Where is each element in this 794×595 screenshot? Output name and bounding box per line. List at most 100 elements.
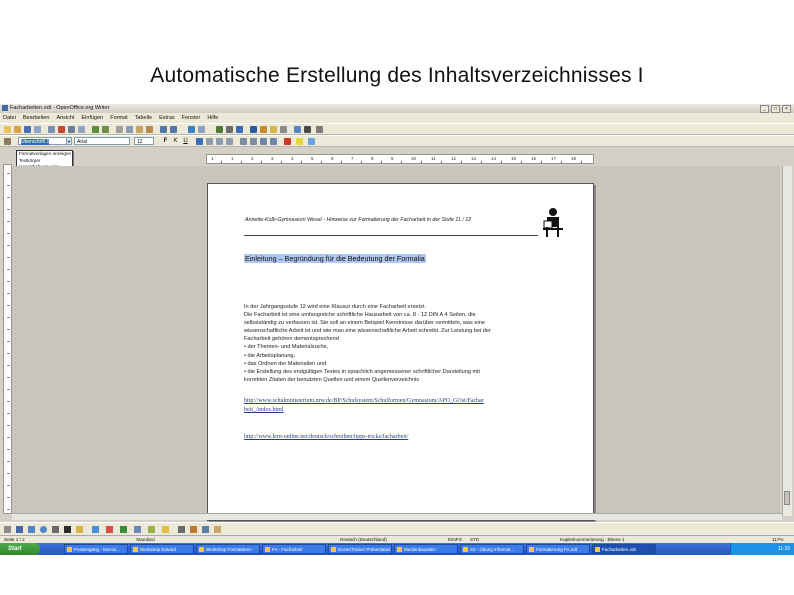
symbol-shapes-icon[interactable] [106, 526, 113, 533]
style-option[interactable]: Formatvorlagen anzeigen [17, 151, 72, 158]
horizontal-ruler[interactable]: 1 1 2 3 4 5 6 7 8 9 10 11 12 13 14 15 16 17 18 [206, 154, 594, 164]
align-left-icon[interactable] [196, 138, 203, 145]
pdf-export-icon[interactable] [58, 126, 65, 133]
font-size-select[interactable]: 12 [134, 137, 154, 145]
help-icon[interactable] [294, 126, 301, 133]
undo-icon[interactable] [160, 126, 167, 133]
maximize-icon[interactable]: □ [771, 105, 780, 113]
print-icon[interactable] [68, 126, 75, 133]
start-button[interactable]: Start [0, 543, 40, 555]
horizontal-scrollbar[interactable] [12, 513, 782, 520]
block-arrows-icon[interactable] [120, 526, 127, 533]
copy-icon[interactable] [126, 126, 133, 133]
edit-file-icon[interactable] [48, 126, 55, 133]
background-color-icon[interactable] [308, 138, 315, 145]
ruler-tick [521, 161, 522, 164]
datasources-icon[interactable] [260, 126, 267, 133]
menu-hilfe[interactable]: Hilfe [207, 113, 218, 123]
toolbar-options-icon[interactable] [316, 126, 323, 133]
paragraph-style-select[interactable]: Überschrift 1 [18, 137, 70, 145]
styles-formatting-icon[interactable] [4, 138, 11, 145]
taskbar-item[interactable]: FA - Facharbeit [262, 544, 326, 554]
find-replace-icon[interactable] [226, 126, 233, 133]
minimize-icon[interactable]: _ [760, 105, 769, 113]
bullets-icon[interactable] [250, 138, 257, 145]
document-page[interactable]: Annette-Kolb-Gymnasium Wesel - Hinweise … [207, 183, 594, 521]
line-icon[interactable] [16, 526, 23, 533]
underline-button[interactable]: U [182, 137, 189, 145]
save-icon[interactable] [24, 126, 31, 133]
schulministerium-link[interactable]: http://www.schulministerium.nrw.de/BP/Sc… [244, 398, 484, 404]
navigator-icon[interactable] [236, 126, 243, 133]
callouts-icon[interactable] [148, 526, 155, 533]
ruler-tick [441, 161, 442, 164]
vertical-scrollbar[interactable] [782, 166, 792, 516]
autocheck-icon[interactable] [102, 126, 109, 133]
font-color-icon[interactable] [284, 138, 291, 145]
new-document-icon[interactable] [4, 126, 11, 133]
menu-format[interactable]: Format [110, 113, 127, 123]
taskbar-item[interactable]: S2 - Übung Informat... [460, 544, 524, 554]
flowchart-icon[interactable] [134, 526, 141, 533]
text-icon[interactable] [64, 526, 71, 533]
selected-heading[interactable]: Einleitung – Begründung für die Bedeutun… [244, 254, 426, 263]
extrusion-icon[interactable] [214, 526, 221, 533]
what-is-this-icon[interactable] [304, 126, 311, 133]
menu-datei[interactable]: Datei [3, 113, 16, 123]
bold-button[interactable]: F [162, 137, 169, 145]
ellipse-icon[interactable] [40, 526, 47, 533]
increase-indent-icon[interactable] [270, 138, 277, 145]
menu-tabelle[interactable]: Tabelle [135, 113, 152, 123]
gallery-icon[interactable] [250, 126, 257, 133]
chevron-down-icon[interactable]: ▼ [66, 137, 72, 145]
callout-icon[interactable] [76, 526, 83, 533]
menu-extras[interactable]: Extras [159, 113, 175, 123]
justify-icon[interactable] [226, 138, 233, 145]
taskbar-item[interactable]: Formatierung FA.odt [526, 544, 590, 554]
menu-einfuegen[interactable]: Einfügen [82, 113, 104, 123]
format-paintbrush-icon[interactable] [146, 126, 153, 133]
show-draw-functions-icon[interactable] [216, 126, 223, 133]
freeform-icon[interactable] [52, 526, 59, 533]
schulministerium-link-continued[interactable]: beit_/index.html [244, 407, 284, 413]
stars-icon[interactable] [162, 526, 169, 533]
taskbar-item[interactable]: DozenTrainer Präsentation [328, 544, 392, 554]
close-icon[interactable]: × [782, 105, 791, 113]
menu-ansicht[interactable]: Ansicht [56, 113, 74, 123]
numbering-icon[interactable] [240, 138, 247, 145]
align-right-icon[interactable] [216, 138, 223, 145]
from-file-icon[interactable] [202, 526, 209, 533]
zoom-icon[interactable] [280, 126, 287, 133]
menu-fenster[interactable]: Fenster [182, 113, 201, 123]
vertical-ruler[interactable] [3, 164, 12, 514]
taskbar-item[interactable]: Posteingang - Micros... [64, 544, 128, 554]
basic-shapes-icon[interactable] [92, 526, 99, 533]
hyperlink-icon[interactable] [188, 126, 195, 133]
taskbar-item[interactable]: Medienbaustein [394, 544, 458, 554]
font-name-select[interactable]: Arial [74, 137, 130, 145]
taskbar-item-active[interactable]: Facharbeiten.odt [592, 544, 656, 554]
scroll-thumb[interactable] [784, 491, 790, 505]
menu-bearbeiten[interactable]: Bearbeiten [23, 113, 50, 123]
italic-button[interactable]: K [172, 137, 179, 145]
open-icon[interactable] [14, 126, 21, 133]
slide-title: Automatische Erstellung des Inhaltsverze… [150, 64, 644, 87]
nonprinting-chars-icon[interactable] [270, 126, 277, 133]
taskbar-item[interactable]: Workshop Eduard [130, 544, 194, 554]
align-center-icon[interactable] [206, 138, 213, 145]
highlighting-icon[interactable] [296, 138, 303, 145]
print-preview-icon[interactable] [78, 126, 85, 133]
spellcheck-icon[interactable] [92, 126, 99, 133]
points-icon[interactable] [178, 526, 185, 533]
redo-icon[interactable] [170, 126, 177, 133]
table-icon[interactable] [198, 126, 205, 133]
fontwork-icon[interactable] [190, 526, 197, 533]
taskbar-item[interactable]: Workshop Formatieren [196, 544, 260, 554]
cut-icon[interactable] [116, 126, 123, 133]
mail-icon[interactable] [34, 126, 41, 133]
paste-icon[interactable] [136, 126, 143, 133]
select-icon[interactable] [4, 526, 11, 533]
rectangle-icon[interactable] [28, 526, 35, 533]
lern-online-link[interactable]: http://www.lern-online.net/deutsch/schre… [244, 434, 408, 440]
decrease-indent-icon[interactable] [260, 138, 267, 145]
